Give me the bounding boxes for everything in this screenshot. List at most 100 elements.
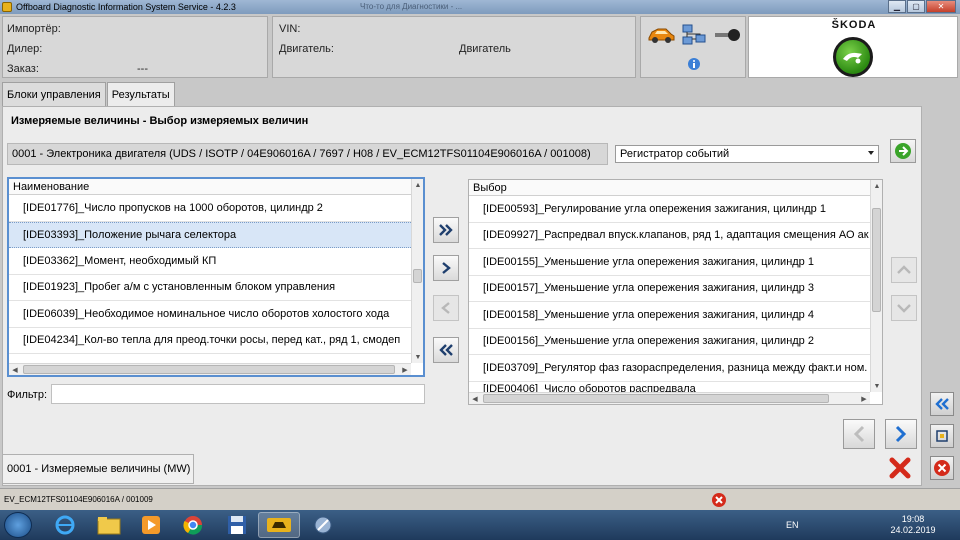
key-icon[interactable] [713,27,741,43]
chevron-right-icon [442,262,451,274]
clock[interactable]: 19:08 24.02.2019 [888,514,938,536]
main-panel: Измеряемые величины - Выбор измеряемых в… [2,106,922,486]
list-item-selected[interactable]: [IDE03393]_Положение рычага селектора [9,221,423,248]
list-item[interactable]: [IDE01776]_Число пропусков на 1000 оборо… [9,195,423,222]
scroll-left-icon[interactable]: ◀ [9,364,21,375]
media-player-icon[interactable] [130,512,172,538]
cancel-icon[interactable] [888,456,912,480]
list-item[interactable]: [IDE00155]_Уменьшение угла опережения за… [469,249,882,276]
dealer-label: Дилер: [7,43,43,55]
selected-values-list[interactable]: Выбор [IDE00593]_Регулирование угла опер… [468,179,883,405]
scroll-thumb[interactable] [23,365,395,374]
chevron-up-icon [897,265,911,274]
filter-label: Фильтр: [7,389,48,401]
list-item[interactable]: [IDE04234]_Кол-во тепла для преод.точки … [9,328,423,354]
scroll-up-icon[interactable]: ▲ [871,180,882,192]
scroll-thumb[interactable] [872,208,881,312]
vin-label: VIN: [279,23,301,35]
vehicle-info-panel: VIN: Двигатель: Двигатель [272,16,636,78]
list-item[interactable]: [IDE09927]_Распредвал впуск.клапанов, ря… [469,223,882,249]
scroll-right-icon[interactable]: ▶ [858,393,870,404]
move-down-button[interactable] [891,295,917,321]
frame-icon [936,430,948,442]
scroll-down-icon[interactable]: ▼ [871,380,882,392]
close-circle-icon [934,460,950,476]
back-button[interactable] [843,419,875,449]
vertical-scrollbar[interactable]: ▲ ▼ [411,179,423,363]
scroll-thumb[interactable] [483,394,829,403]
double-chevron-left-icon [439,344,453,356]
network-icon[interactable] [681,23,707,47]
brand-panel: ŠKODA [748,16,958,78]
scroll-left-icon[interactable]: ◀ [469,393,481,404]
event-recorder-dropdown[interactable]: Регистратор событий [615,145,879,163]
dropdown-value: Регистратор событий [620,148,730,160]
status-text: EV_ECM12TFS01104E906016A / 001009 [4,495,153,504]
window-title: Offboard Diagnostic Information System S… [16,2,236,12]
tools-icon[interactable] [302,512,344,538]
chevron-left-icon [441,302,450,314]
status-tab[interactable]: 0001 - Измеряемые величины (MW) [2,454,194,484]
move-up-button[interactable] [891,257,917,283]
remove-all-button[interactable] [433,337,459,363]
taskbar: EN 19:08 24.02.2019 [0,510,960,540]
clock-date: 24.02.2019 [890,525,936,535]
maximize-button[interactable]: ▢ [907,0,925,13]
list-item[interactable]: [IDE00158]_Уменьшение угла опережения за… [469,302,882,329]
chevron-down-icon [868,151,874,155]
go-arrow-icon [895,143,911,159]
list-item[interactable]: [IDE00156]_Уменьшение угла опережения за… [469,329,882,355]
horizontal-scrollbar[interactable]: ◀ ▶ [469,392,870,404]
add-all-button[interactable] [433,217,459,243]
info-icon[interactable] [687,57,701,71]
chevron-right-icon [895,425,907,443]
list-item[interactable]: [IDE06039]_Необходимое номинальное число… [9,301,423,328]
tab-bar: Блоки управления Результаты [2,82,176,106]
list-item[interactable]: [IDE00593]_Регулирование угла опережения… [469,196,882,223]
horizontal-scrollbar[interactable]: ◀ ▶ [9,363,411,375]
filter-input[interactable] [51,384,425,404]
scroll-thumb[interactable] [413,269,422,283]
exit-button[interactable] [930,456,954,480]
add-selected-button[interactable] [433,255,459,281]
scroll-right-icon[interactable]: ▶ [399,364,411,375]
start-button[interactable] [4,512,32,538]
forward-button[interactable] [885,419,917,449]
list-header-name: Наименование [9,179,423,195]
app-icon [2,2,12,12]
error-icon[interactable] [711,492,727,508]
chrome-icon[interactable] [172,512,214,538]
remove-selected-button[interactable] [433,295,459,321]
odis-taskbar-icon[interactable] [258,512,300,538]
scroll-down-icon[interactable]: ▼ [412,351,423,363]
list-header-selection: Выбор [469,180,882,196]
frame-select-button[interactable] [930,424,954,448]
available-values-list[interactable]: Наименование [IDE01776]_Число пропусков … [7,177,425,377]
chevron-down-icon [897,304,911,313]
go-button[interactable] [890,139,916,163]
order-value: --- [137,63,148,75]
section-title: Измеряемые величины - Выбор измеряемых в… [11,115,309,127]
list-item[interactable]: [IDE03362]_Момент, необходимый КП [9,248,423,275]
brand-name: ŠKODA [831,19,877,31]
engine-label: Двигатель: [279,43,334,55]
car-icon[interactable] [647,25,675,45]
language-indicator[interactable]: EN [786,520,799,530]
scroll-up-icon[interactable]: ▲ [412,179,423,191]
close-window-button[interactable]: ✕ [926,0,956,13]
save-disk-icon[interactable] [216,512,258,538]
chevron-left-icon [853,425,865,443]
order-info-panel: Импортёр: Дилер: Заказ: --- [2,16,268,78]
tab-results[interactable]: Результаты [106,82,175,106]
list-item[interactable]: [IDE03709]_Регулятор фаз газораспределен… [469,355,882,382]
list-item[interactable]: [IDE00157]_Уменьшение угла опережения за… [469,276,882,302]
explorer-icon[interactable] [88,512,130,538]
skoda-logo-icon [833,37,873,77]
list-item[interactable]: [IDE01923]_Пробег а/м с установленным бл… [9,275,423,301]
minimize-button[interactable]: ▁ [888,0,906,13]
status-bar: EV_ECM12TFS01104E906016A / 001009 [0,488,960,510]
ie-icon[interactable] [44,512,86,538]
collapse-panel-button[interactable] [930,392,954,416]
vertical-scrollbar[interactable]: ▲ ▼ [870,180,882,392]
tab-control-units[interactable]: Блоки управления [2,82,106,106]
